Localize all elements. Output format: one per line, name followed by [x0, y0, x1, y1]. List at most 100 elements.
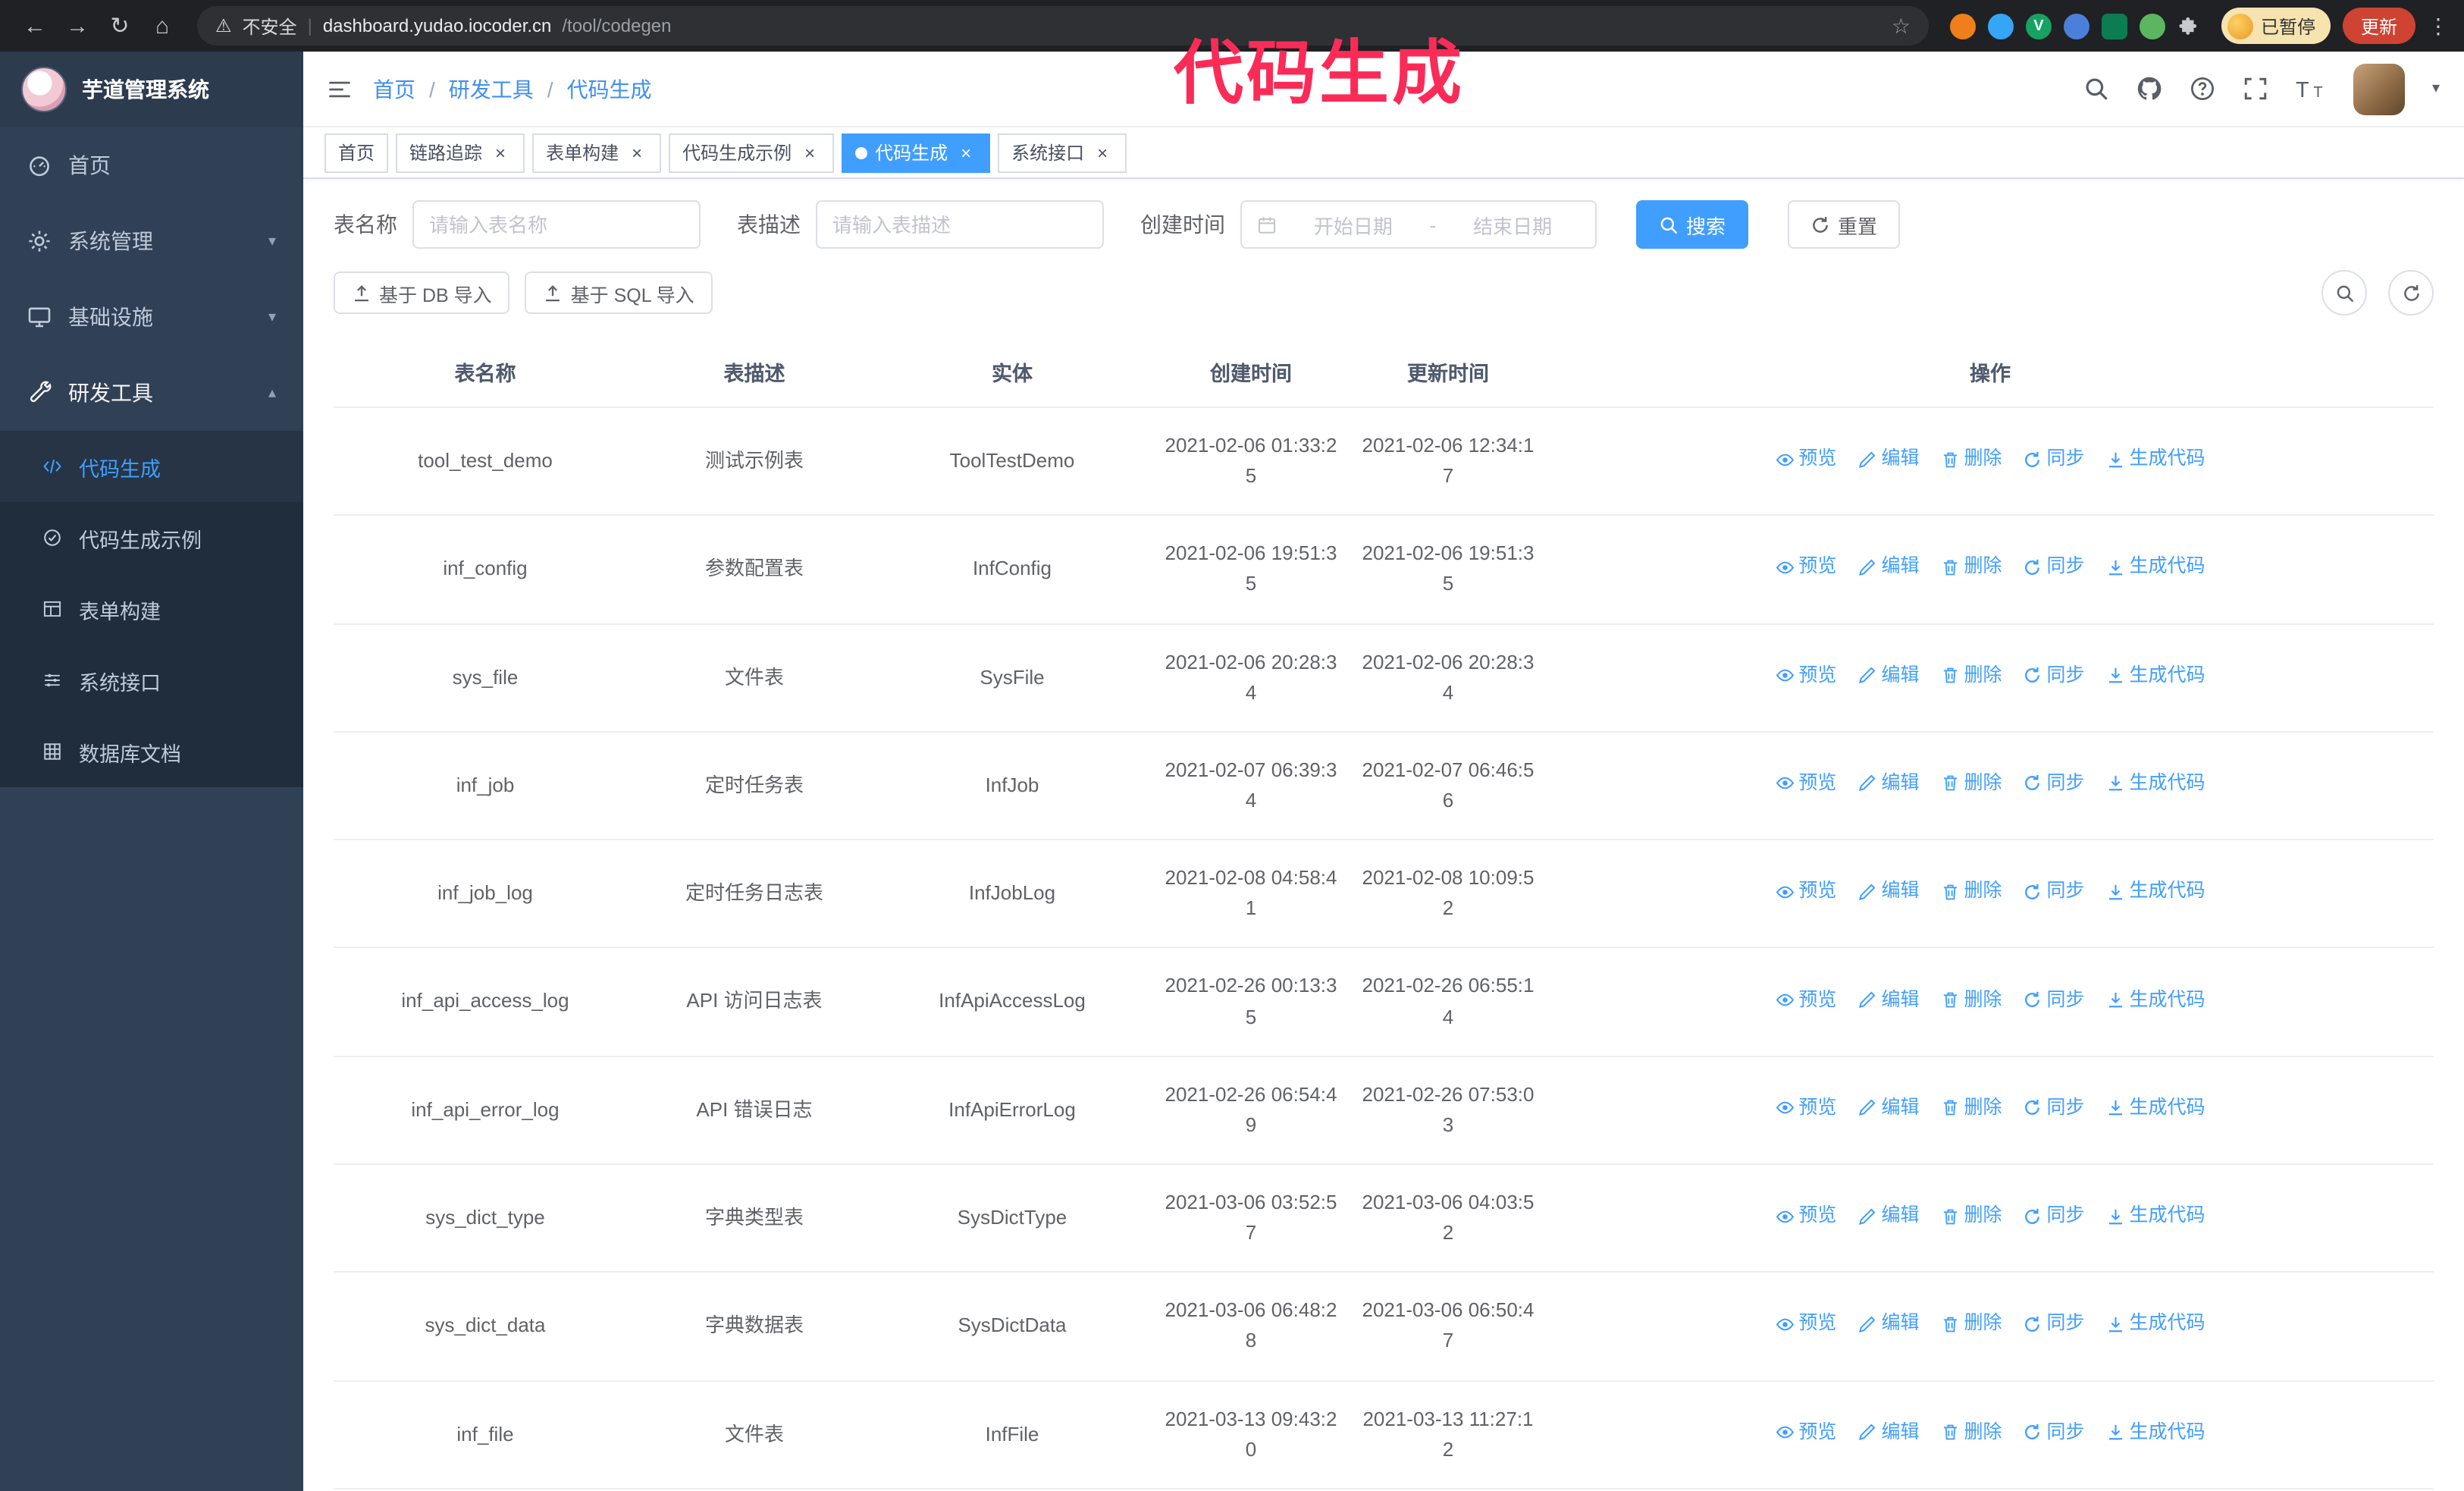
extension-icon-4[interactable]	[2063, 13, 2089, 39]
tab-close-icon[interactable]: ×	[799, 142, 820, 163]
browser-update-button[interactable]: 更新	[2342, 8, 2415, 44]
extension-icon-3[interactable]: V	[2025, 13, 2052, 39]
reset-button[interactable]: 重置	[1788, 200, 1901, 249]
extension-icon-1[interactable]	[1949, 13, 1976, 39]
browser-menu-icon[interactable]: ⋮	[2428, 13, 2449, 39]
sync-link[interactable]: 同步	[2024, 1310, 2085, 1339]
forward-icon[interactable]: →	[58, 6, 97, 46]
breadcrumb-devtools[interactable]: 研发工具	[449, 74, 534, 104]
user-avatar[interactable]	[2353, 63, 2405, 115]
tab-close-icon[interactable]: ×	[1092, 142, 1113, 163]
home-icon[interactable]: ⌂	[143, 6, 182, 46]
header-search-icon[interactable]	[2083, 76, 2109, 102]
generate-code-link[interactable]: 生成代码	[2106, 1417, 2205, 1447]
delete-link[interactable]: 删除	[1940, 769, 2002, 799]
generate-code-link[interactable]: 生成代码	[2106, 985, 2205, 1015]
refresh-list-button[interactable]	[2388, 270, 2434, 315]
delete-link[interactable]: 删除	[1940, 1310, 2002, 1339]
create-time-range-picker[interactable]: 开始日期 - 结束日期	[1240, 200, 1597, 249]
edit-link[interactable]: 编辑	[1857, 553, 1919, 582]
preview-link[interactable]: 预览	[1775, 1417, 1836, 1447]
tab-close-icon[interactable]: ×	[490, 142, 511, 163]
sync-link[interactable]: 同步	[2024, 444, 2085, 474]
extensions-puzzle-icon[interactable]	[2177, 13, 2203, 39]
tab-trace[interactable]: 链路追踪 ×	[396, 133, 525, 172]
profile-paused-chip[interactable]: 已暂停	[2221, 8, 2331, 44]
breadcrumb-home[interactable]: 首页	[373, 74, 415, 104]
preview-link[interactable]: 预览	[1775, 877, 1836, 906]
sidebar-item-infra[interactable]: 基础设施 ▾	[0, 279, 303, 355]
sync-link[interactable]: 同步	[2024, 1201, 2085, 1231]
delete-link[interactable]: 删除	[1940, 877, 2002, 906]
sync-link[interactable]: 同步	[2024, 1094, 2085, 1123]
extension-icon-2[interactable]	[1987, 13, 2014, 39]
import-db-button[interactable]: 基于 DB 导入	[334, 272, 510, 314]
table-name-input[interactable]	[412, 200, 701, 249]
delete-link[interactable]: 删除	[1940, 985, 2002, 1015]
preview-link[interactable]: 预览	[1775, 1094, 1836, 1123]
edit-link[interactable]: 编辑	[1857, 1310, 1919, 1339]
sidebar-item-home[interactable]: 首页	[0, 127, 303, 203]
delete-link[interactable]: 删除	[1940, 1417, 2002, 1447]
sidebar-subitem-codegen[interactable]: 代码生成	[0, 431, 303, 502]
delete-link[interactable]: 删除	[1940, 444, 2002, 474]
tab-api[interactable]: 系统接口 ×	[998, 133, 1127, 172]
tab-close-icon[interactable]: ×	[955, 142, 977, 163]
edit-link[interactable]: 编辑	[1857, 444, 1919, 474]
reload-icon[interactable]: ↻	[100, 6, 140, 46]
tab-codegen[interactable]: 代码生成 ×	[842, 133, 991, 172]
preview-link[interactable]: 预览	[1775, 553, 1836, 582]
preview-link[interactable]: 预览	[1775, 1310, 1836, 1339]
delete-link[interactable]: 删除	[1940, 1094, 2002, 1123]
sidebar-subitem-db-doc[interactable]: 数据库文档	[0, 716, 303, 787]
extension-icon-6[interactable]	[2139, 13, 2165, 39]
sync-link[interactable]: 同步	[2024, 661, 2085, 690]
help-icon[interactable]	[2190, 76, 2215, 102]
search-button[interactable]: 搜索	[1636, 200, 1749, 249]
sync-link[interactable]: 同步	[2024, 1417, 2085, 1447]
generate-code-link[interactable]: 生成代码	[2106, 1094, 2205, 1123]
generate-code-link[interactable]: 生成代码	[2106, 444, 2205, 474]
edit-link[interactable]: 编辑	[1857, 1201, 1919, 1231]
generate-code-link[interactable]: 生成代码	[2106, 769, 2205, 799]
generate-code-link[interactable]: 生成代码	[2106, 661, 2205, 690]
delete-link[interactable]: 删除	[1940, 1201, 2002, 1231]
tab-form-build[interactable]: 表单构建 ×	[532, 133, 662, 172]
sync-link[interactable]: 同步	[2024, 877, 2085, 906]
address-bar[interactable]: ⚠ 不安全 | dashboard.yudao.iocoder.cn/tool/…	[197, 6, 1929, 46]
sync-link[interactable]: 同步	[2024, 985, 2085, 1015]
preview-link[interactable]: 预览	[1775, 1201, 1836, 1231]
edit-link[interactable]: 编辑	[1857, 877, 1919, 906]
edit-link[interactable]: 编辑	[1857, 661, 1919, 690]
sidebar-item-system[interactable]: 系统管理 ▾	[0, 203, 303, 279]
sync-link[interactable]: 同步	[2024, 553, 2085, 582]
sidebar-subitem-form-build[interactable]: 表单构建	[0, 573, 303, 645]
generate-code-link[interactable]: 生成代码	[2106, 1201, 2205, 1231]
sync-link[interactable]: 同步	[2024, 769, 2085, 799]
back-icon[interactable]: ←	[15, 6, 55, 46]
edit-link[interactable]: 编辑	[1857, 769, 1919, 799]
hamburger-icon[interactable]	[328, 77, 352, 101]
preview-link[interactable]: 预览	[1775, 444, 1836, 474]
table-desc-input[interactable]	[816, 200, 1104, 249]
edit-link[interactable]: 编辑	[1857, 1094, 1919, 1123]
tab-close-icon[interactable]: ×	[626, 142, 647, 163]
delete-link[interactable]: 删除	[1940, 661, 2002, 690]
font-size-icon[interactable]: TT	[2296, 76, 2326, 102]
preview-link[interactable]: 预览	[1775, 661, 1836, 690]
fullscreen-icon[interactable]	[2243, 76, 2268, 102]
github-icon[interactable]	[2136, 76, 2162, 102]
preview-link[interactable]: 预览	[1775, 769, 1836, 799]
tab-home[interactable]: 首页	[324, 133, 389, 172]
edit-link[interactable]: 编辑	[1857, 1417, 1919, 1447]
bookmark-star-icon[interactable]: ☆	[1892, 13, 1911, 39]
extension-icon-5[interactable]	[2101, 13, 2127, 39]
sidebar-subitem-api[interactable]: 系统接口	[0, 645, 303, 716]
toggle-search-button[interactable]	[2321, 270, 2367, 315]
generate-code-link[interactable]: 生成代码	[2106, 553, 2205, 582]
sidebar-item-devtools[interactable]: 研发工具 ▴	[0, 355, 303, 431]
edit-link[interactable]: 编辑	[1857, 985, 1919, 1015]
avatar-caret-icon[interactable]: ▾	[2432, 80, 2440, 97]
generate-code-link[interactable]: 生成代码	[2106, 1310, 2205, 1339]
tab-codegen-example[interactable]: 代码生成示例 ×	[669, 133, 835, 172]
